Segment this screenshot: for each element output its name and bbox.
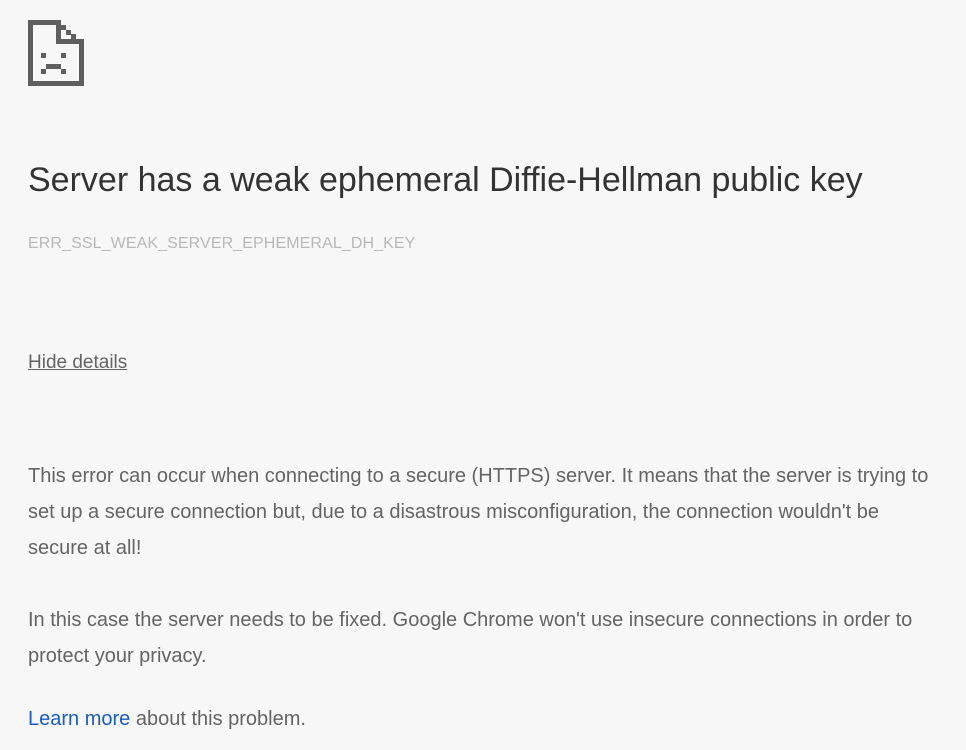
error-page: Server has a weak ephemeral Diffie-Hellm… — [28, 0, 938, 750]
sad-page-icon — [28, 20, 84, 86]
details-paragraph-1: This error can occur when connecting to … — [28, 465, 929, 559]
learn-more-link[interactable]: Learn more — [28, 708, 130, 730]
page-title: Server has a weak ephemeral Diffie-Hellm… — [28, 161, 863, 199]
learn-more-line: Learn more about this problem. — [28, 701, 306, 737]
learn-more-suffix: about this problem. — [130, 708, 306, 730]
error-code: ERR_SSL_WEAK_SERVER_EPHEMERAL_DH_KEY — [28, 235, 416, 252]
hide-details-link[interactable]: Hide details — [28, 351, 127, 375]
details-paragraph-2: In this case the server needs to be fixe… — [28, 609, 913, 667]
